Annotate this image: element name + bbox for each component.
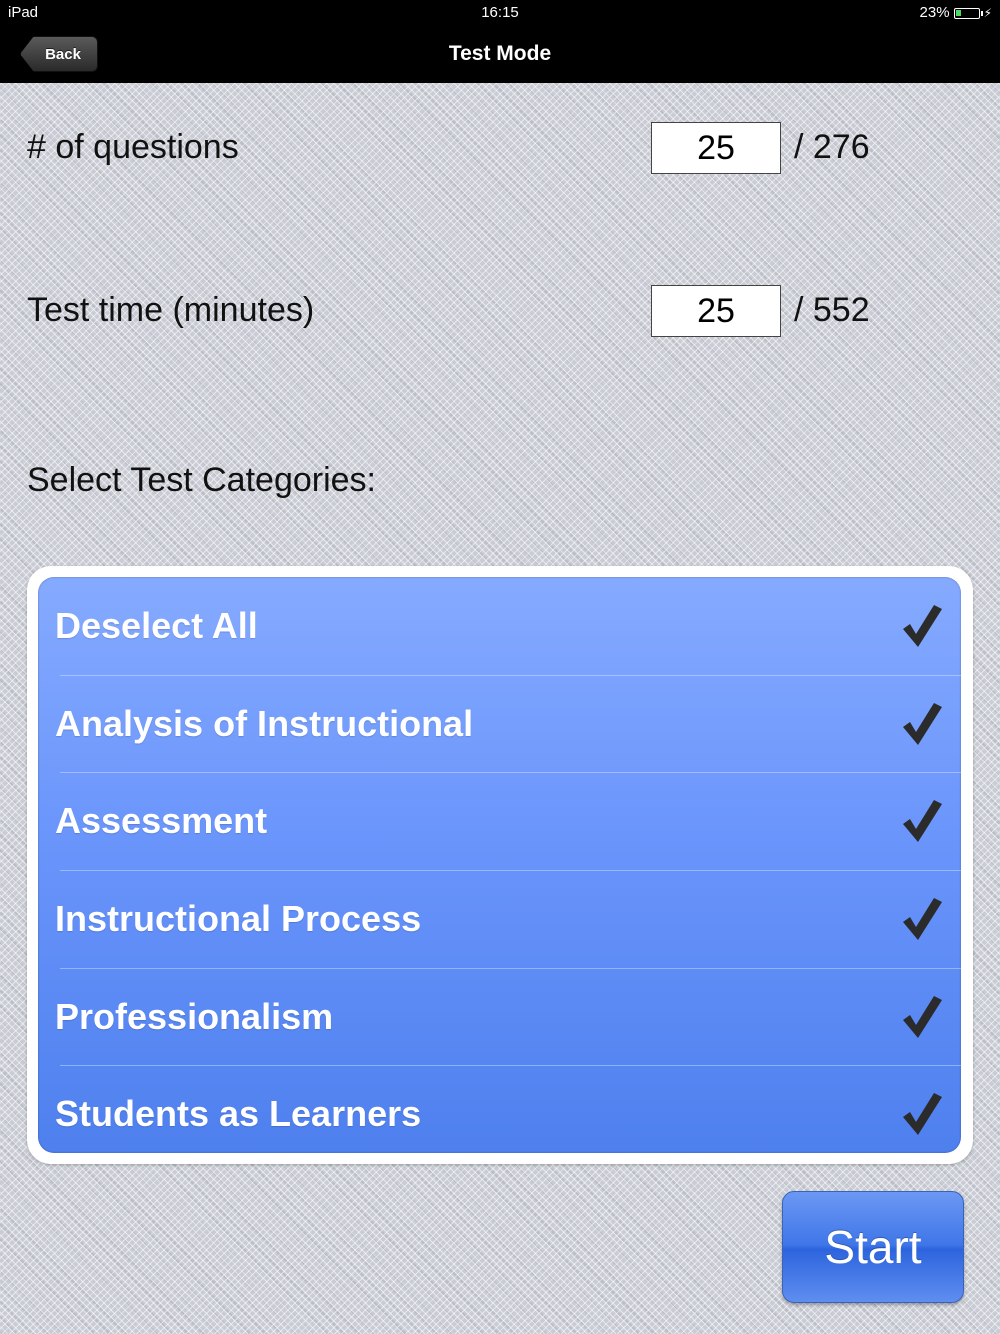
test-time-max: / 552	[794, 291, 870, 329]
top-bar: iPad 16:15 23% ⚡︎ Back Test Mode	[0, 0, 1000, 83]
battery-icon	[953, 7, 983, 19]
status-battery: 23% ⚡︎	[920, 4, 992, 21]
battery-percentage: 23%	[919, 4, 950, 21]
category-label: Deselect All	[55, 604, 258, 646]
category-label: Assessment	[55, 800, 268, 842]
category-row-instructional-process[interactable]: Instructional Process	[38, 870, 961, 968]
checkmark-icon	[903, 702, 942, 745]
category-row-professionalism[interactable]: Professionalism	[38, 967, 961, 1066]
category-panel: Deselect All Analysis of Instructional A…	[27, 566, 973, 1164]
category-row-students-as-learners[interactable]: Students as Learners	[38, 1065, 961, 1153]
categories-heading: Select Test Categories:	[27, 461, 376, 499]
questions-max: / 276	[794, 128, 870, 166]
category-label: Professionalism	[55, 995, 334, 1037]
start-button[interactable]: Start	[782, 1191, 964, 1303]
checkmark-icon	[903, 995, 942, 1038]
category-label: Analysis of Instructional	[55, 702, 474, 744]
questions-label: # of questions	[27, 128, 239, 166]
checkmark-icon	[903, 604, 942, 647]
category-row-assessment[interactable]: Assessment	[38, 772, 961, 870]
test-time-input[interactable]	[651, 285, 781, 337]
category-row-analysis-of-instructional[interactable]: Analysis of Instructional	[38, 674, 961, 773]
checkmark-icon	[903, 897, 942, 940]
checkmark-icon	[903, 1093, 942, 1136]
status-time: 16:15	[481, 4, 519, 21]
charging-bolt-icon: ⚡︎	[983, 5, 992, 20]
category-label: Instructional Process	[55, 897, 422, 939]
test-time-label: Test time (minutes)	[27, 291, 315, 329]
category-label: Students as Learners	[55, 1093, 422, 1135]
category-list: Deselect All Analysis of Instructional A…	[38, 577, 961, 1153]
category-row-deselect-all[interactable]: Deselect All	[38, 577, 961, 675]
checkmark-icon	[903, 800, 942, 843]
page-title: Test Mode	[448, 42, 552, 65]
battery-fill	[955, 9, 961, 16]
questions-count-input[interactable]	[651, 122, 781, 174]
